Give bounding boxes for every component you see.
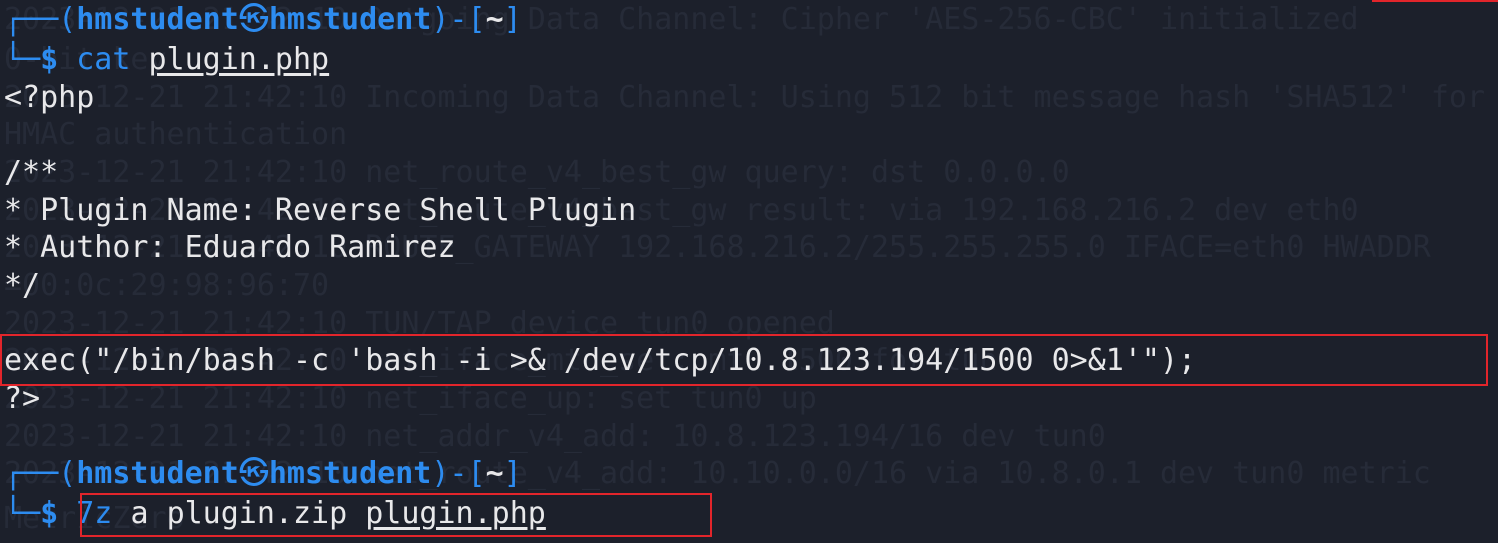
prompt-close-bracket: ] — [503, 456, 522, 491]
doc-comment-open: /** — [4, 155, 59, 190]
prompt-header: ┌──(hmstudent㉿hmstudent)-[~] — [4, 455, 522, 493]
prompt-username: hmstudent — [76, 2, 239, 37]
exec-highlight-box — [0, 334, 1488, 386]
prompt-username: hmstudent — [76, 456, 239, 491]
terminal-window[interactable]: 2023-12-21 21:42:10 Outgoing Data Channe… — [0, 0, 1498, 543]
kali-skull-icon: ㉿ — [238, 2, 269, 37]
background-log-line: 2023-12-21 21:42:10 Incoming Data Channe… — [4, 80, 1486, 115]
kali-skull-icon: ㉿ — [238, 456, 269, 491]
prompt-corner-bottom: └─ — [4, 42, 41, 77]
php-open-tag: <?php — [4, 80, 95, 115]
background-log-line: =00:0c:29:98:96:70 — [4, 268, 330, 303]
plugin-name-line: * Plugin Name: Reverse Shell Plugin — [4, 193, 637, 228]
prompt-header: ┌──(hmstudent㉿hmstudent)-[~] — [4, 1, 522, 39]
prompt-corner-bottom: └─ — [4, 496, 41, 531]
prompt-directory: ~ — [485, 456, 504, 491]
prompt-corner-top: ┌──( — [4, 2, 77, 37]
command-highlight-box — [80, 493, 712, 537]
corner-highlight-mark — [1372, 0, 1498, 2]
command-name: cat — [76, 42, 131, 77]
author-line: * Author: Eduardo Ramirez — [4, 230, 456, 265]
prompt-hostname: hmstudent — [268, 2, 432, 37]
command-line: └─$ cat plugin.php — [4, 41, 329, 79]
prompt-separator: )-[ — [431, 456, 486, 491]
background-log-line: 2023-12-21 21:42:10 net_route_v4_best_gw… — [4, 155, 1070, 190]
prompt-close-bracket: ] — [503, 2, 522, 37]
background-log-line: HMAC authentication — [4, 117, 348, 152]
prompt-directory: ~ — [485, 2, 504, 37]
prompt-dollar: $ — [40, 496, 59, 531]
prompt-dollar: $ — [40, 42, 59, 77]
doc-comment-close: */ — [4, 268, 41, 303]
prompt-separator: )-[ — [431, 2, 486, 37]
prompt-corner-top: ┌──( — [4, 456, 77, 491]
command-argument: plugin.php — [148, 42, 330, 77]
prompt-hostname: hmstudent — [268, 456, 432, 491]
background-log-line: 2023-12-21 21:42:10 net_addr_v4_add: 10.… — [4, 419, 1106, 454]
